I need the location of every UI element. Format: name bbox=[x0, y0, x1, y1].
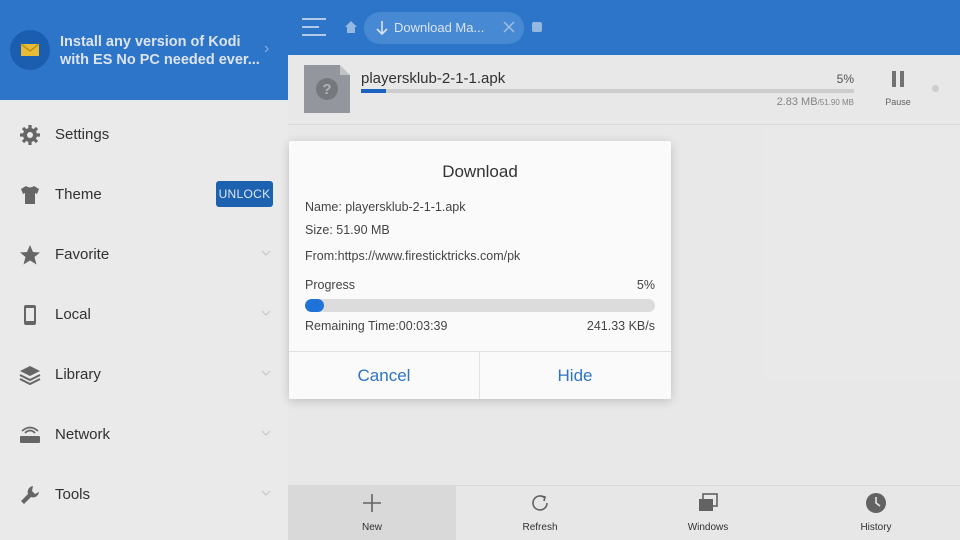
sidebar-item-local[interactable]: Local bbox=[0, 285, 288, 345]
sidebar-item-label: Library bbox=[55, 366, 101, 383]
dialog-remaining-time: Remaining Time:00:03:39 bbox=[305, 319, 448, 333]
layers-icon bbox=[18, 363, 42, 387]
dialog-title: Download bbox=[442, 162, 518, 181]
refresh-button[interactable]: Refresh bbox=[456, 486, 624, 540]
windows-label: Windows bbox=[687, 522, 729, 533]
sidebar-item-label: Network bbox=[55, 426, 111, 443]
bottom-bar: New Refresh Windows History bbox=[288, 485, 960, 540]
new-label: New bbox=[361, 522, 382, 533]
router-icon bbox=[18, 423, 42, 447]
plus-icon bbox=[363, 494, 381, 512]
windows-button[interactable]: Windows bbox=[624, 486, 792, 540]
sidebar-item-label: Favorite bbox=[55, 246, 110, 263]
sidebar-item-network[interactable]: Network bbox=[0, 405, 288, 465]
download-icon bbox=[376, 21, 388, 36]
windows-icon bbox=[699, 493, 718, 511]
sidebar-item-label: Local bbox=[55, 306, 91, 323]
unknown-file-icon: ? bbox=[304, 65, 350, 113]
pause-button[interactable]: Pause bbox=[880, 71, 916, 111]
download-item[interactable]: ? playersklub-2-1-1.apk 5% 2.83 MB/51.90… bbox=[288, 55, 960, 125]
download-size: 2.83 MB/51.90 MB bbox=[728, 96, 854, 108]
unlock-button[interactable]: UNLOCK bbox=[216, 181, 273, 207]
top-bar: Download Ma... bbox=[288, 0, 960, 55]
sidebar-item-favorite[interactable]: Favorite bbox=[0, 225, 288, 285]
download-file-name: playersklub-2-1-1.apk bbox=[361, 70, 506, 87]
refresh-label: Refresh bbox=[522, 522, 558, 533]
dialog-file-name: Name: playersklub-2-1-1.apk bbox=[305, 200, 466, 214]
email-icon bbox=[10, 30, 50, 70]
sidebar-item-label: Tools bbox=[55, 486, 91, 503]
history-label: History bbox=[860, 522, 892, 533]
sidebar: Install any version of Kodi with ES No P… bbox=[0, 0, 288, 540]
sidebar-item-tools[interactable]: Tools bbox=[0, 465, 288, 525]
sidebar-item-theme[interactable]: Theme UNLOCK bbox=[0, 165, 288, 225]
promo-text: Install any version of Kodi with ES No P… bbox=[60, 34, 260, 68]
download-dialog: Download Name: playersklub-2-1-1.apk Siz… bbox=[289, 141, 671, 399]
dialog-progress-percent: 5% bbox=[636, 278, 655, 292]
window-indicator[interactable] bbox=[532, 22, 542, 32]
sidebar-item-label: Theme bbox=[55, 186, 102, 203]
dialog-progress-bar bbox=[305, 299, 655, 312]
gear-icon bbox=[18, 123, 42, 147]
chevron-down-icon bbox=[261, 490, 271, 496]
new-button[interactable]: New bbox=[288, 486, 456, 540]
dialog-progress-label: Progress bbox=[305, 278, 356, 292]
download-size-done: 2.83 MB bbox=[776, 96, 818, 108]
promo-banner[interactable]: Install any version of Kodi with ES No P… bbox=[0, 0, 288, 100]
download-progress-fill bbox=[361, 89, 386, 93]
chevron-right-icon: › bbox=[264, 40, 270, 57]
dialog-progress-fill bbox=[305, 299, 325, 312]
download-size-total: /51.90 MB bbox=[817, 98, 854, 107]
sidebar-item-library[interactable]: Library bbox=[0, 345, 288, 405]
sidebar-nav: Settings Theme UNLOCK Favorite Local Lib… bbox=[0, 105, 288, 525]
pause-label: Pause bbox=[885, 97, 911, 107]
shirt-icon bbox=[18, 183, 42, 207]
home-icon[interactable] bbox=[344, 20, 358, 34]
tab-label: Download Ma... bbox=[394, 20, 485, 35]
menu-icon[interactable] bbox=[302, 16, 326, 38]
cancel-button[interactable]: Cancel bbox=[289, 352, 479, 399]
dialog-source-url: From:https://www.firesticktricks.com/pk bbox=[305, 249, 521, 263]
sidebar-item-label: Settings bbox=[55, 126, 110, 143]
star-icon bbox=[18, 243, 42, 267]
chevron-down-icon bbox=[261, 250, 271, 256]
dialog-speed: 241.33 KB/s bbox=[586, 319, 655, 333]
dialog-file-size: Size: 51.90 MB bbox=[305, 223, 390, 237]
download-progress-bar bbox=[361, 89, 854, 93]
close-icon[interactable] bbox=[502, 20, 516, 34]
phone-icon bbox=[18, 303, 42, 327]
chevron-down-icon bbox=[261, 370, 271, 376]
chevron-down-icon bbox=[261, 430, 271, 436]
pause-icon bbox=[892, 71, 904, 87]
tab-download-manager[interactable]: Download Ma... bbox=[364, 12, 524, 44]
hide-button[interactable]: Hide bbox=[480, 352, 670, 399]
history-button[interactable]: History bbox=[792, 486, 960, 540]
sidebar-item-settings[interactable]: Settings bbox=[0, 105, 288, 165]
download-percent: 5% bbox=[836, 72, 854, 86]
wrench-icon bbox=[18, 483, 42, 507]
refresh-icon bbox=[532, 495, 548, 511]
chevron-down-icon bbox=[261, 310, 271, 316]
clock-icon bbox=[866, 493, 886, 513]
status-dot bbox=[932, 85, 939, 92]
